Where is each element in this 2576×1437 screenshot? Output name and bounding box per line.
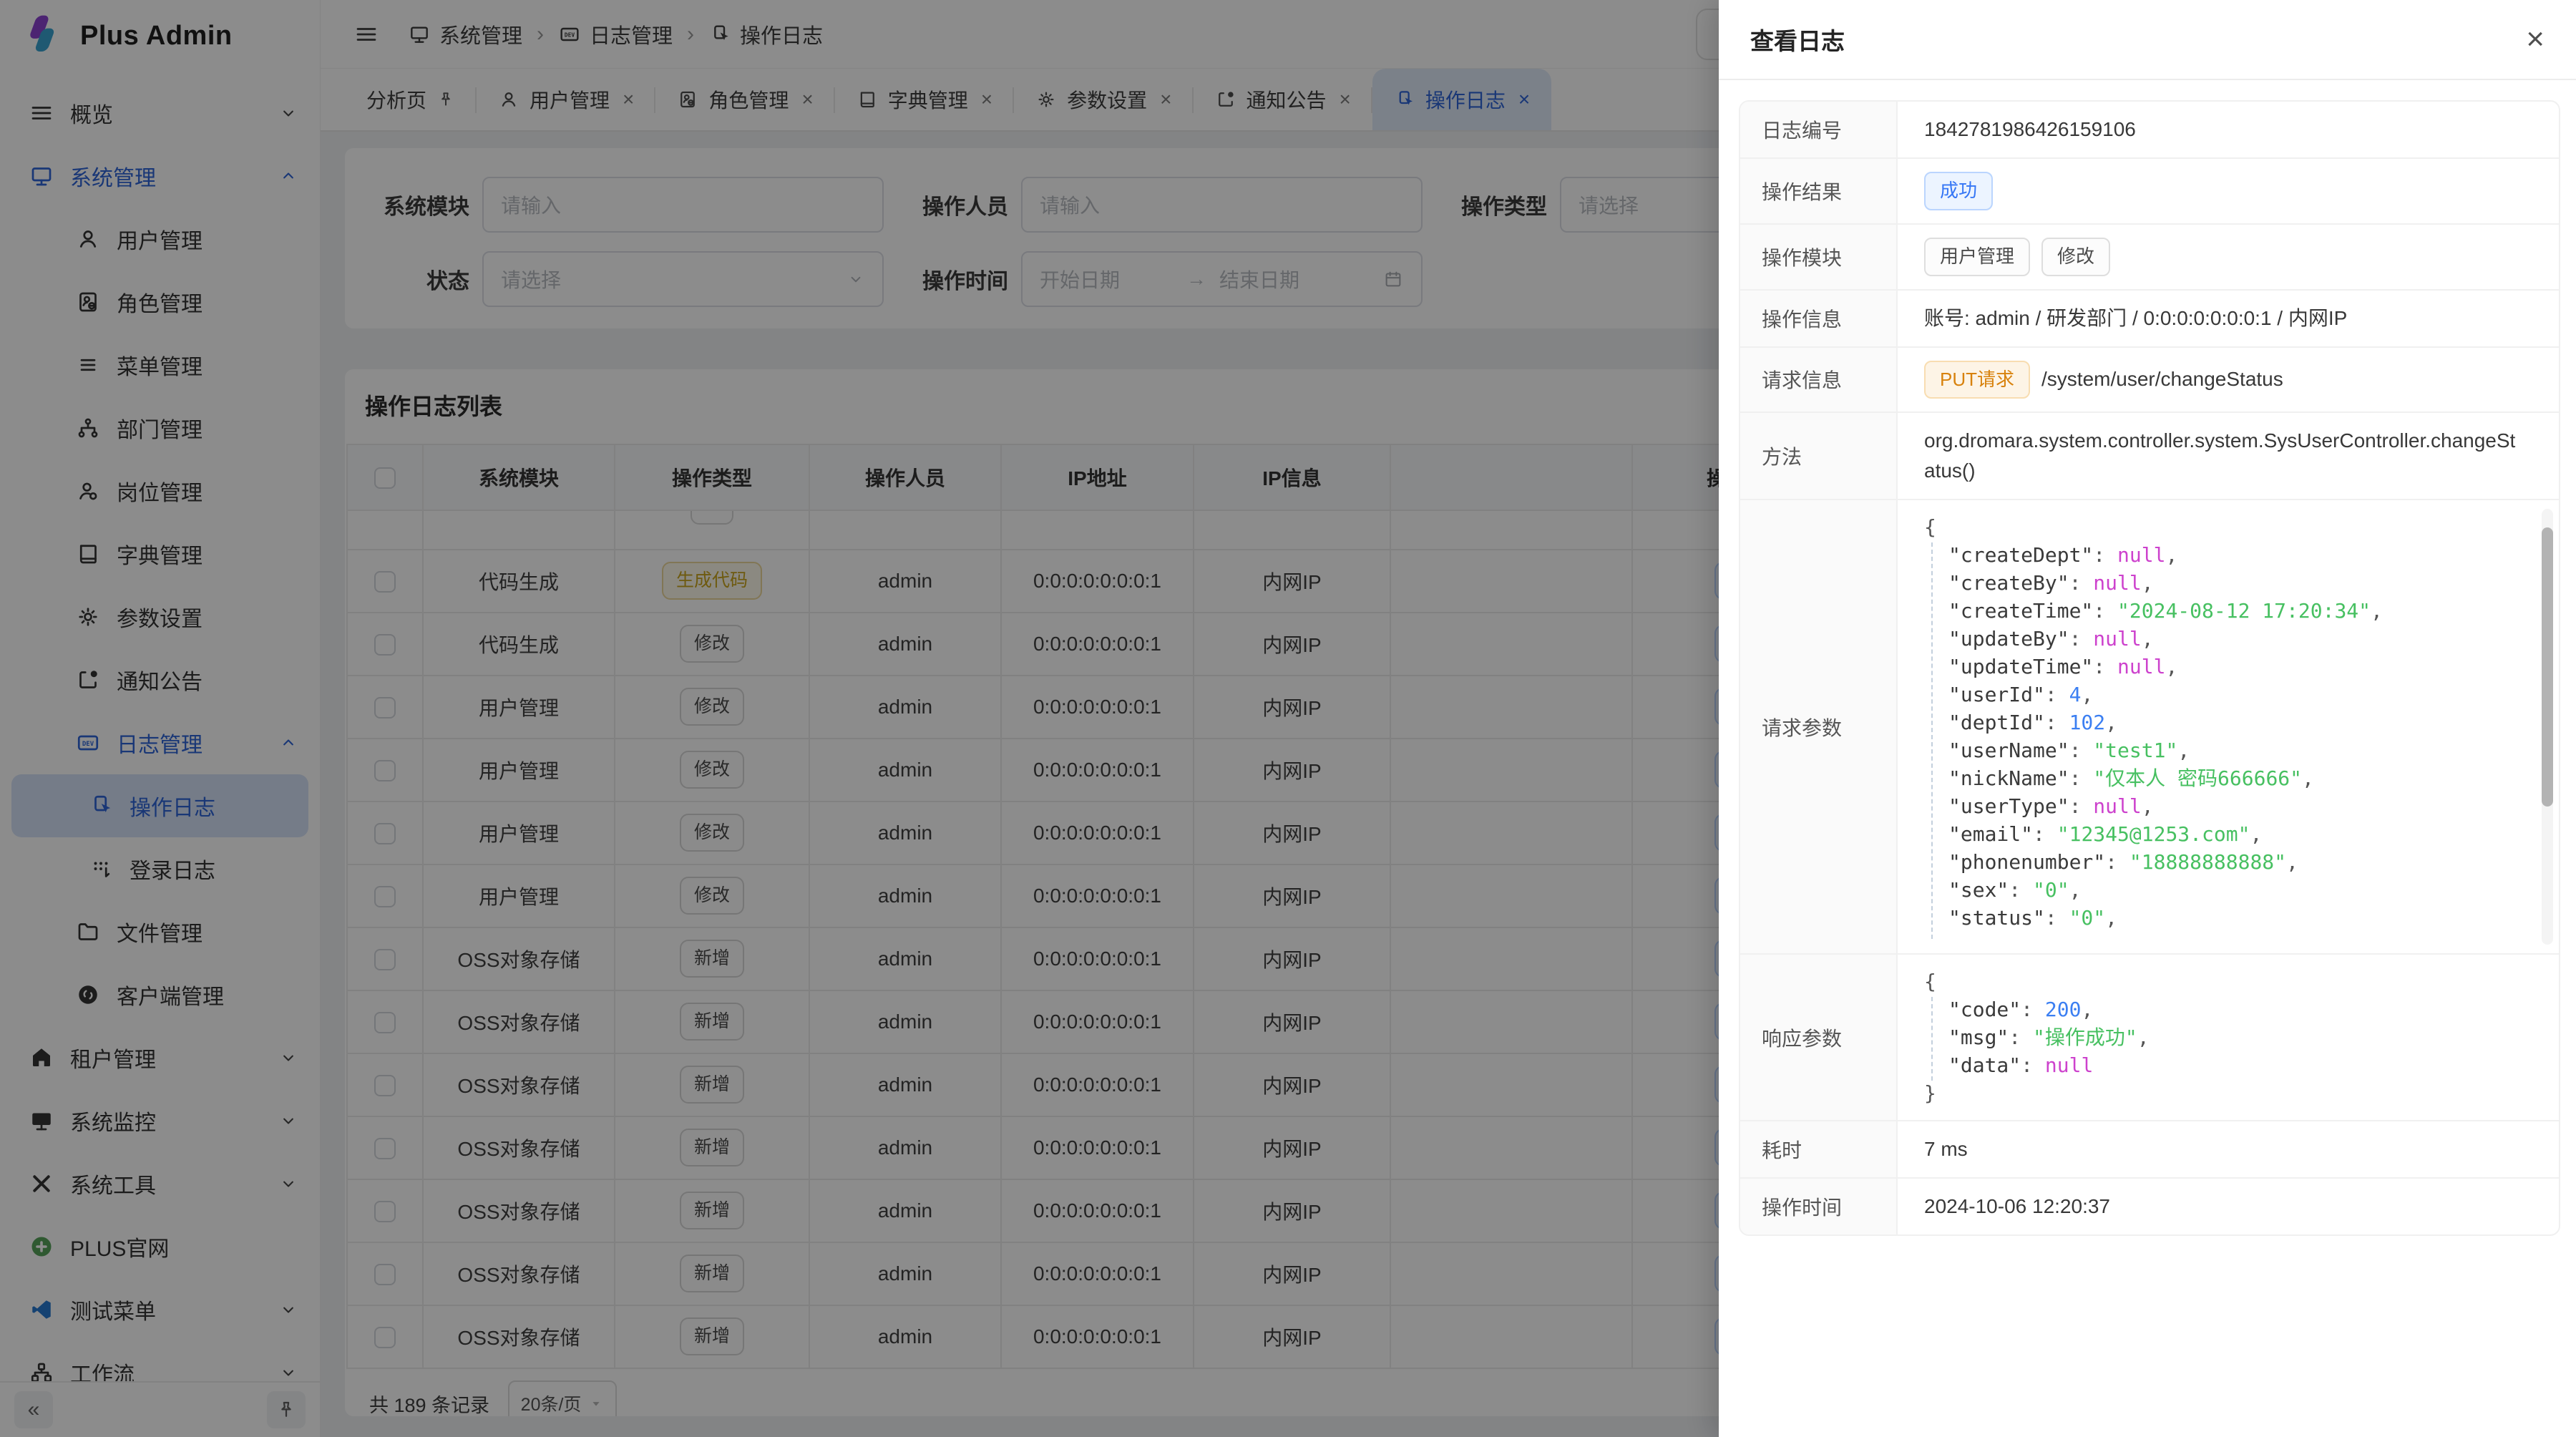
detail-label: 操作结果 (1740, 159, 1898, 223)
detail-value-cell: {"code": 200,"msg": "操作成功","data": null} (1898, 955, 2559, 1120)
detail-row-duration: 耗时 7 ms (1740, 1121, 2559, 1179)
detail-row-method: 方法 org.dromara.system.controller.system.S… (1740, 413, 2559, 500)
view-log-drawer: 查看日志 × 日志编号1842781986426159106操作结果成功操作模块… (1719, 0, 2576, 1437)
detail-label: 操作模块 (1740, 225, 1898, 289)
detail-value-cell: 账号: admin / 研发部门 / 0:0:0:0:0:0:0:1 / 内网I… (1898, 291, 2559, 346)
detail-value-cell: 2024-10-06 12:20:37 (1898, 1179, 2559, 1234)
detail-row-op-info: 操作信息账号: admin / 研发部门 / 0:0:0:0:0:0:0:1 /… (1740, 291, 2559, 348)
detail-label: 请求参数 (1740, 500, 1898, 953)
detail-label: 方法 (1740, 413, 1898, 499)
drawer-header: 查看日志 × (1719, 0, 2576, 80)
detail-value: 2024-10-06 12:20:37 (1924, 1192, 2110, 1222)
detail-value-cell: 成功 (1898, 159, 2559, 223)
put-request-badge: PUT请求 (1924, 361, 2030, 399)
detail-row-module: 操作模块用户管理修改 (1740, 225, 2559, 291)
detail-value-cell: 用户管理修改 (1898, 225, 2559, 289)
module-badge: 修改 (2041, 238, 2110, 276)
detail-value-cell: PUT请求/system/user/changeStatus (1898, 348, 2559, 412)
detail-row-request-params: 请求参数{"createDept": null,"createBy": null… (1740, 500, 2559, 955)
module-badge: 用户管理 (1924, 238, 2030, 276)
detail-label: 耗时 (1740, 1121, 1898, 1177)
detail-row-response-params: 响应参数{"code": 200,"msg": "操作成功","data": n… (1740, 955, 2559, 1121)
detail-row-result: 操作结果成功 (1740, 159, 2559, 225)
scrollbar-thumb[interactable] (2542, 527, 2553, 807)
detail-row-op-time: 操作时间 2024-10-06 12:20:37 (1740, 1179, 2559, 1234)
detail-value-cell: {"createDept": null,"createBy": null,"cr… (1898, 500, 2559, 953)
detail-label: 请求信息 (1740, 348, 1898, 412)
detail-value-cell: org.dromara.system.controller.system.Sys… (1898, 413, 2559, 499)
detail-value: 账号: admin / 研发部门 / 0:0:0:0:0:0:0:1 / 内网I… (1924, 303, 2347, 333)
scrollbar[interactable] (2542, 509, 2553, 945)
detail-value: org.dromara.system.controller.system.Sys… (1924, 426, 2523, 486)
drawer-close-button[interactable]: × (2526, 24, 2545, 55)
detail-label: 操作信息 (1740, 291, 1898, 346)
detail-value-cell: 7 ms (1898, 1121, 2559, 1177)
detail-label: 日志编号 (1740, 102, 1898, 157)
success-badge: 成功 (1924, 172, 1993, 210)
detail-value: 7 ms (1924, 1134, 1968, 1164)
log-detail-table: 日志编号1842781986426159106操作结果成功操作模块用户管理修改操… (1739, 100, 2560, 1236)
detail-row-log-id: 日志编号 1842781986426159106 (1740, 102, 2559, 159)
drawer-title: 查看日志 (1750, 22, 1845, 57)
detail-label: 响应参数 (1740, 955, 1898, 1120)
detail-row-request-info: 请求信息PUT请求/system/user/changeStatus (1740, 348, 2559, 414)
detail-value-cell: 1842781986426159106 (1898, 102, 2559, 157)
detail-value: 1842781986426159106 (1924, 115, 2136, 145)
detail-value: /system/user/changeStatus (2041, 364, 2283, 394)
detail-label: 操作时间 (1740, 1179, 1898, 1234)
